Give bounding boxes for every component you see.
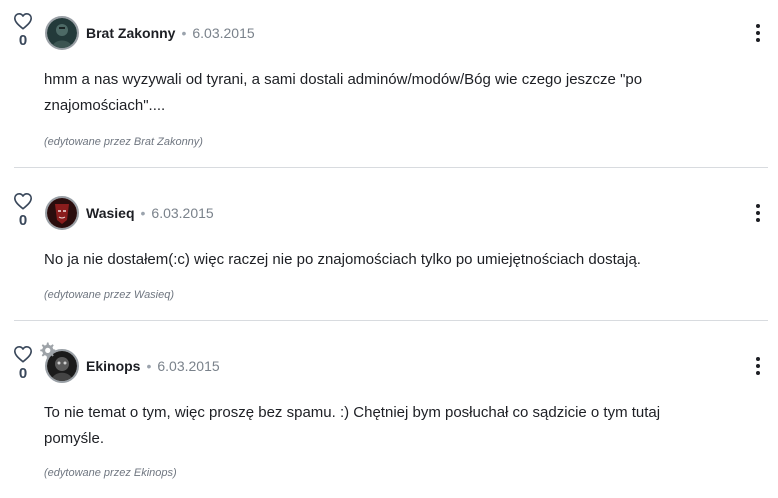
more-vertical-icon[interactable] bbox=[752, 357, 764, 377]
like-count: 0 bbox=[18, 365, 28, 382]
comment-text: No ja nie dostałem(:c) więc raczej nie p… bbox=[44, 251, 641, 268]
comment: 0 Wasieq • 6.03.2015 No ja nie dostałem(:c… bbox=[0, 168, 778, 321]
gear-icon bbox=[40, 342, 56, 359]
author-line: Wasieq • 6.03.2015 bbox=[86, 204, 214, 222]
separator-dot: • bbox=[140, 205, 146, 221]
comment-text: hmm a nas wyzywali od tyrani, a sami dos… bbox=[44, 71, 643, 114]
heart-icon[interactable] bbox=[13, 12, 33, 30]
like-count: 0 bbox=[18, 212, 28, 229]
separator-dot: • bbox=[181, 25, 187, 41]
edited-note: (edytowane przez Brat Zakonny) bbox=[44, 136, 203, 148]
separator-dot: • bbox=[146, 358, 152, 374]
comment: 0 Brat Zakonny • 6.03.2015 hmm a nas wyzyw… bbox=[0, 0, 778, 168]
author-name[interactable]: Wasieq bbox=[86, 205, 135, 221]
like-control[interactable]: 0 bbox=[10, 12, 36, 49]
heart-icon[interactable] bbox=[13, 192, 33, 210]
comment-date: 6.03.2015 bbox=[151, 205, 214, 221]
avatar[interactable] bbox=[45, 16, 79, 50]
author-name[interactable]: Ekinops bbox=[86, 358, 140, 374]
heart-icon[interactable] bbox=[13, 345, 33, 363]
avatar[interactable] bbox=[45, 196, 79, 230]
author-name[interactable]: Brat Zakonny bbox=[86, 25, 175, 41]
comment-date: 6.03.2015 bbox=[157, 358, 220, 374]
comment-date: 6.03.2015 bbox=[192, 25, 255, 41]
more-vertical-icon[interactable] bbox=[752, 24, 764, 44]
like-control[interactable]: 0 bbox=[10, 192, 36, 229]
comment-text: To nie temat o tym, więc proszę bez spam… bbox=[44, 404, 661, 447]
comment: 0 Ekinops • 6.03.2015 To nie temat o tym, … bbox=[0, 321, 778, 498]
author-line: Ekinops • 6.03.2015 bbox=[86, 357, 220, 375]
edited-note: (edytowane przez Ekinops) bbox=[44, 467, 177, 479]
author-line: Brat Zakonny • 6.03.2015 bbox=[86, 24, 255, 42]
more-vertical-icon[interactable] bbox=[752, 204, 764, 224]
edited-note: (edytowane przez Wasieq) bbox=[44, 289, 175, 301]
like-control[interactable]: 0 bbox=[10, 345, 36, 382]
like-count: 0 bbox=[18, 32, 28, 49]
